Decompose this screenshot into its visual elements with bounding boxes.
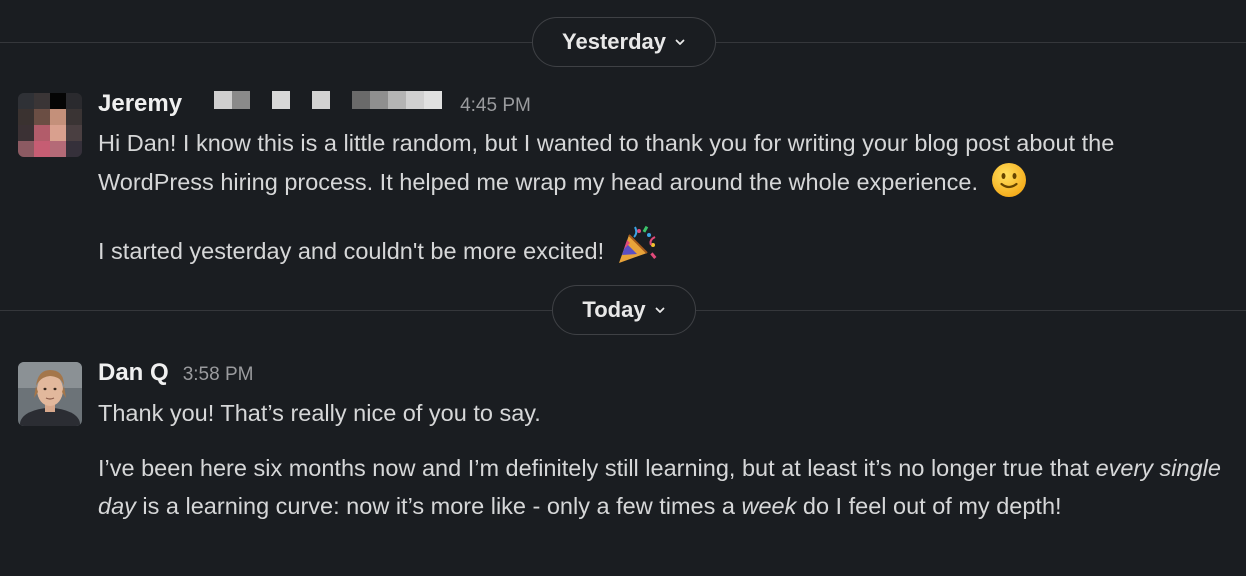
pixelated-avatar-icon: [18, 93, 82, 157]
slightly-smiling-face-icon: [991, 162, 1027, 209]
chevron-down-icon: [654, 304, 666, 316]
message-text: is a learning curve: now it’s more like …: [135, 493, 742, 519]
timestamp[interactable]: 4:45 PM: [460, 95, 531, 117]
message-body: Hi Dan! I know this is a little random, …: [98, 124, 1233, 278]
party-popper-icon: [615, 223, 659, 278]
message-header: Dan Q 3:58 PM: [98, 359, 253, 387]
message-paragraph: I started yesterday and couldn't be more…: [98, 223, 1233, 278]
author-name[interactable]: Jeremy: [98, 90, 182, 118]
redacted-title: [214, 91, 443, 109]
avatar[interactable]: [18, 93, 82, 157]
message-paragraph: Thank you! That’s really nice of you to …: [98, 400, 541, 426]
message-paragraph: Hi Dan! I know this is a little random, …: [98, 124, 1233, 209]
date-label: Yesterday: [562, 29, 666, 54]
chevron-down-icon: [674, 36, 686, 48]
message-text: Hi Dan! I know this is a little random, …: [98, 130, 1115, 195]
timestamp[interactable]: 3:58 PM: [183, 364, 254, 386]
avatar[interactable]: [18, 362, 82, 426]
chat-view: Yesterday Jeremy 4:45 PM Hi Dan! I know …: [0, 0, 1246, 576]
author-name[interactable]: Dan Q: [98, 359, 169, 387]
message-text: I started yesterday and couldn't be more…: [98, 238, 605, 264]
date-pill-yesterday[interactable]: Yesterday: [532, 17, 716, 67]
user-photo-icon: [18, 362, 82, 426]
message-text: do I feel out of my depth!: [796, 493, 1062, 519]
message-paragraph: I’ve been here six months now and I’m de…: [98, 449, 1233, 525]
message-text: I’ve been here six months now and I’m de…: [98, 455, 1096, 481]
message-body: Thank you! That’s really nice of you to …: [98, 394, 1233, 525]
emphasis-text: week: [741, 493, 797, 519]
date-pill-today[interactable]: Today: [552, 285, 696, 335]
message-header: Jeremy 4:45 PM: [98, 90, 531, 118]
date-label: Today: [582, 297, 646, 322]
